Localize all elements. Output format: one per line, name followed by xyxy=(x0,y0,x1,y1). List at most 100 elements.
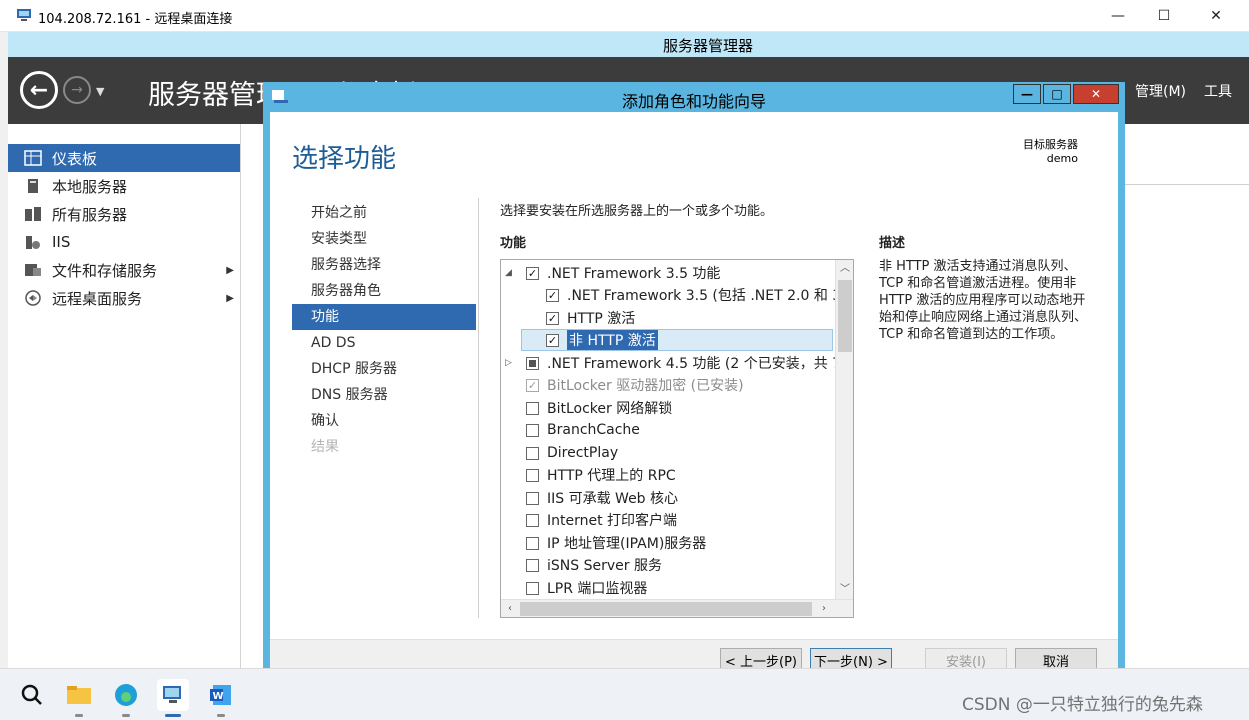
feature-row[interactable]: IP 地址管理(IPAM)服务器 xyxy=(501,532,835,554)
tools-menu[interactable]: 工具 xyxy=(1204,81,1232,101)
back-button[interactable]: ← xyxy=(20,71,58,109)
step-features[interactable]: 功能 xyxy=(292,304,476,330)
file-explorer-icon[interactable] xyxy=(63,679,95,717)
dashboard-icon xyxy=(24,150,42,166)
page-title: 选择功能 xyxy=(292,144,397,174)
feature-row[interactable]: ▷ .NET Framework 4.5 功能 (2 个已安装，共 7 个) xyxy=(501,352,853,374)
feature-checkbox[interactable] xyxy=(526,446,539,460)
feature-checkbox[interactable] xyxy=(526,581,539,595)
scroll-right-icon[interactable]: › xyxy=(815,600,833,617)
step-server-roles[interactable]: 服务器角色 xyxy=(292,278,476,304)
feature-label: Internet 打印客户端 xyxy=(547,513,678,529)
step-server-selection[interactable]: 服务器选择 xyxy=(292,252,476,278)
feature-checkbox[interactable] xyxy=(526,513,539,527)
wizard-titlebar[interactable]: 添加角色和功能向导 — □ ✕ xyxy=(263,82,1125,112)
instruction-text: 选择要安装在所选服务器上的一个或多个功能。 xyxy=(500,204,774,219)
expand-arrow-icon[interactable]: ▷ xyxy=(505,358,515,368)
step-before-you-begin[interactable]: 开始之前 xyxy=(292,200,476,226)
destination-server-name: demo xyxy=(1046,152,1078,165)
feature-checkbox[interactable]: ✓ xyxy=(526,266,539,280)
feature-checkbox[interactable] xyxy=(526,401,539,415)
sidebar-item-remote-desktop[interactable]: 远程桌面服务 ▶ xyxy=(8,284,240,312)
feature-checkbox[interactable] xyxy=(526,491,539,505)
feature-checkbox[interactable] xyxy=(526,536,539,550)
vertical-scrollbar[interactable]: ︿ ﹀ xyxy=(835,260,853,599)
sidebar-item-file-storage[interactable]: 文件和存储服务 ▶ xyxy=(8,256,240,284)
wizard-maximize-button[interactable]: □ xyxy=(1043,84,1071,104)
feature-row[interactable]: HTTP 代理上的 RPC xyxy=(501,464,835,486)
feature-checkbox[interactable] xyxy=(526,356,539,370)
step-dns-server[interactable]: DNS 服务器 xyxy=(292,382,476,408)
step-ad-ds[interactable]: AD DS xyxy=(292,330,476,356)
wizard-minimize-button[interactable]: — xyxy=(1013,84,1041,104)
feature-row-selected[interactable]: ✓ 非 HTTP 激活 xyxy=(521,329,833,351)
feature-row[interactable]: ◢ ✓ .NET Framework 3.5 功能 xyxy=(501,262,835,284)
feature-row[interactable]: BranchCache xyxy=(501,419,835,441)
forward-button[interactable]: → xyxy=(63,76,91,104)
destination-label: 目标服务器 xyxy=(1023,138,1078,151)
step-results: 结果 xyxy=(311,439,339,455)
server-manager-sidebar: 仪表板 本地服务器 所有服务器 IIS 文件和存储服务 ▶ 远程桌面服务 ▶ xyxy=(8,124,241,668)
word-icon[interactable]: W xyxy=(205,679,237,717)
sidebar-item-label: 本地服务器 xyxy=(52,177,128,196)
search-icon[interactable] xyxy=(16,679,48,711)
manage-menu[interactable]: 管理(M) xyxy=(1135,81,1186,101)
minimize-button[interactable]: — xyxy=(1095,0,1141,32)
watermark: CSDN @一只特立独行的兔先森 xyxy=(962,695,1203,715)
features-tree[interactable]: ◢ ✓ .NET Framework 3.5 功能 ✓ .NET Framewo… xyxy=(500,259,854,618)
edge-icon[interactable] xyxy=(110,679,142,717)
step-installation-type[interactable]: 安装类型 xyxy=(292,226,476,252)
remote-desktop-taskbar-icon[interactable] xyxy=(157,679,189,717)
sidebar-item-iis[interactable]: IIS xyxy=(8,228,240,256)
feature-label: .NET Framework 3.5 (包括 .NET 2.0 和 3.0) xyxy=(567,288,854,304)
sidebar-item-label: 所有服务器 xyxy=(52,205,128,224)
feature-row[interactable]: DirectPlay xyxy=(501,442,835,464)
feature-row: ✓ BitLocker 驱动器加密 (已安装) xyxy=(501,374,835,396)
wizard-title: 添加角色和功能向导 xyxy=(621,92,766,111)
description-header: 描述 xyxy=(879,236,906,251)
scroll-up-icon[interactable]: ︿ xyxy=(836,260,853,278)
expand-arrow-icon[interactable]: ▶ xyxy=(226,293,234,304)
sidebar-item-local-server[interactable]: 本地服务器 xyxy=(8,172,240,200)
feature-row[interactable]: ✓ HTTP 激活 xyxy=(501,307,835,329)
server-manager-title: 服务器管理器 xyxy=(662,37,753,55)
maximize-button[interactable]: ☐ xyxy=(1141,0,1187,32)
feature-checkbox[interactable]: ✓ xyxy=(546,288,559,302)
close-button[interactable]: ✕ xyxy=(1193,0,1239,32)
feature-checkbox[interactable] xyxy=(526,423,539,437)
sidebar-item-label: 仪表板 xyxy=(52,149,98,168)
scroll-down-icon[interactable]: ﹀ xyxy=(836,581,853,599)
servers-icon xyxy=(25,207,41,221)
feature-label: .NET Framework 4.5 功能 (2 个已安装，共 7 个) xyxy=(547,356,854,372)
feature-row[interactable]: BitLocker 网络解锁 xyxy=(501,397,835,419)
collapse-arrow-icon[interactable]: ◢ xyxy=(505,268,515,278)
scroll-left-icon[interactable]: ‹ xyxy=(501,600,519,617)
iis-icon xyxy=(26,236,40,249)
feature-checkbox[interactable]: ✓ xyxy=(546,311,559,325)
sidebar-item-all-servers[interactable]: 所有服务器 xyxy=(8,200,240,228)
steps-divider xyxy=(478,198,479,618)
feature-checkbox[interactable]: ✓ xyxy=(546,333,559,347)
feature-checkbox[interactable] xyxy=(526,558,539,572)
sidebar-item-label: IIS xyxy=(52,233,71,251)
wizard-close-button[interactable]: ✕ xyxy=(1073,84,1119,104)
horizontal-scrollbar[interactable]: ‹ › xyxy=(501,599,853,617)
feature-row[interactable]: Internet 打印客户端 xyxy=(501,509,835,531)
feature-row[interactable]: iSNS Server 服务 xyxy=(501,554,835,576)
feature-description: 非 HTTP 激活支持通过消息队列、TCP 和命名管道激活进程。使用非 HTTP… xyxy=(879,259,1088,342)
step-confirmation[interactable]: 确认 xyxy=(292,408,476,434)
scroll-thumb[interactable] xyxy=(520,602,812,616)
step-dhcp-server[interactable]: DHCP 服务器 xyxy=(292,356,476,382)
expand-arrow-icon[interactable]: ▶ xyxy=(226,265,234,276)
server-manager-titlebar: 服务器管理器 xyxy=(8,32,1249,57)
history-dropdown-icon[interactable]: ▼ xyxy=(96,85,104,98)
feature-checkbox[interactable] xyxy=(526,468,539,482)
sidebar-item-dashboard[interactable]: 仪表板 xyxy=(8,144,240,172)
feature-label: 非 HTTP 激活 xyxy=(567,330,658,350)
feature-label: DirectPlay xyxy=(547,445,619,461)
feature-row[interactable]: ✓ .NET Framework 3.5 (包括 .NET 2.0 和 3.0) xyxy=(501,284,853,306)
feature-row[interactable]: LPR 端口监视器 xyxy=(501,577,835,599)
scroll-thumb[interactable] xyxy=(838,280,852,352)
feature-row[interactable]: IIS 可承载 Web 核心 xyxy=(501,487,835,509)
remote-desktop-services-icon xyxy=(25,290,41,306)
